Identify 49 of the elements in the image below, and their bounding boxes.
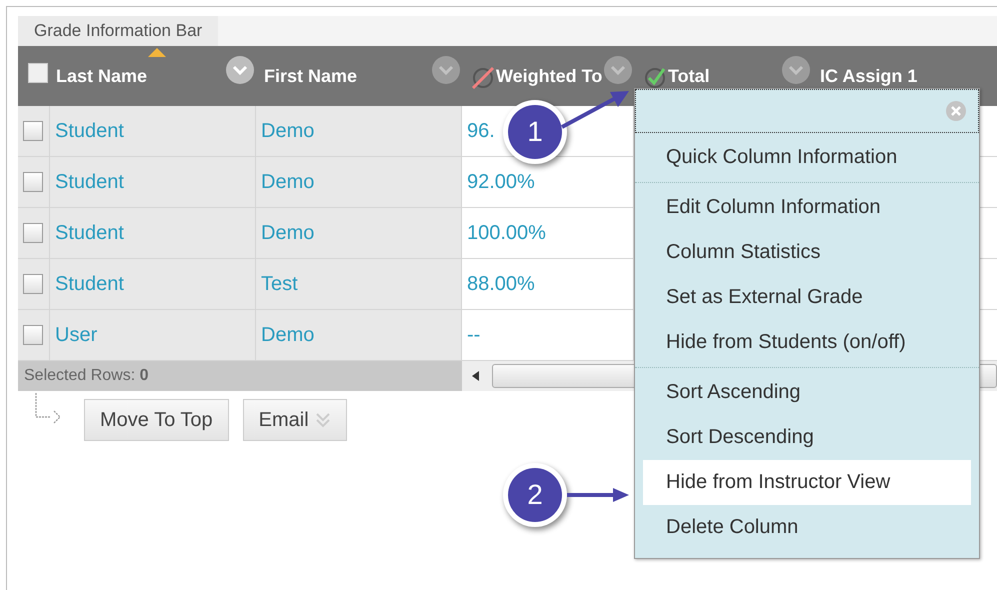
selected-rows-count: Selected Rows: 0 (24, 367, 149, 385)
close-icon[interactable] (946, 101, 966, 121)
column-menu-icon[interactable] (226, 56, 254, 84)
menu-item[interactable]: Delete Column (643, 505, 971, 550)
menu-item[interactable]: Column Statistics (643, 230, 971, 275)
column-heading[interactable]: Total (668, 66, 710, 86)
grade-cell[interactable]: 92.00% (467, 170, 535, 194)
callout-arrow (560, 89, 630, 129)
column-menu-icon[interactable] (432, 56, 460, 84)
row-checkbox[interactable] (23, 223, 43, 243)
last-name-link[interactable]: Student (55, 272, 124, 296)
grade-information-tab[interactable]: Grade Information Bar (18, 16, 218, 46)
menu-item[interactable]: Set as External Grade (643, 275, 971, 320)
row-checkbox[interactable] (23, 325, 43, 345)
scroll-left-icon[interactable] (472, 371, 480, 381)
menu-item[interactable]: Hide from Instructor View (643, 460, 971, 505)
menu-item[interactable]: Quick Column Information (643, 135, 971, 180)
email-button[interactable]: Email (242, 399, 347, 441)
last-name-link[interactable]: Student (55, 120, 124, 142)
row-checkbox[interactable] (23, 172, 43, 192)
menu-item[interactable]: Sort Ascending (643, 370, 971, 415)
first-name-link[interactable]: Test (261, 272, 298, 296)
column-heading[interactable]: IC Assign 1 (820, 66, 918, 86)
first-name-link[interactable]: Demo (261, 120, 314, 142)
column-heading[interactable]: Last Name (56, 66, 148, 86)
grade-cell[interactable]: 88.00% (467, 272, 535, 296)
last-name-link[interactable]: User (55, 324, 98, 346)
row-checkbox[interactable] (23, 274, 43, 294)
column-menu-icon[interactable] (604, 56, 632, 84)
first-name-link[interactable]: Demo (261, 170, 314, 194)
last-name-link[interactable]: Student (55, 170, 124, 194)
last-name-link[interactable]: Student (55, 222, 124, 244)
step-number-badge: 2 (508, 468, 562, 522)
first-name-link[interactable]: Demo (261, 324, 314, 346)
menu-item[interactable]: Sort Descending (643, 415, 971, 460)
column-menu-icon[interactable] (782, 56, 810, 84)
select-all-checkbox[interactable] (28, 63, 48, 83)
grade-cell[interactable]: -- (467, 324, 480, 346)
grade-cell[interactable]: 96. (467, 120, 495, 142)
grade-cell[interactable]: 100.00% (467, 222, 546, 244)
callout-arrow (567, 487, 629, 503)
row-checkbox[interactable] (23, 121, 43, 141)
menu-item[interactable]: Hide from Students (on/off) (643, 320, 971, 365)
column-heading[interactable]: First Name (264, 66, 358, 86)
column-heading[interactable]: Weighted To (496, 66, 602, 86)
step-number-badge: 1 (508, 105, 562, 159)
first-name-link[interactable]: Demo (261, 222, 314, 244)
menu-item[interactable]: Edit Column Information (643, 185, 971, 230)
move-to-top-button[interactable]: Move To Top (84, 399, 229, 441)
